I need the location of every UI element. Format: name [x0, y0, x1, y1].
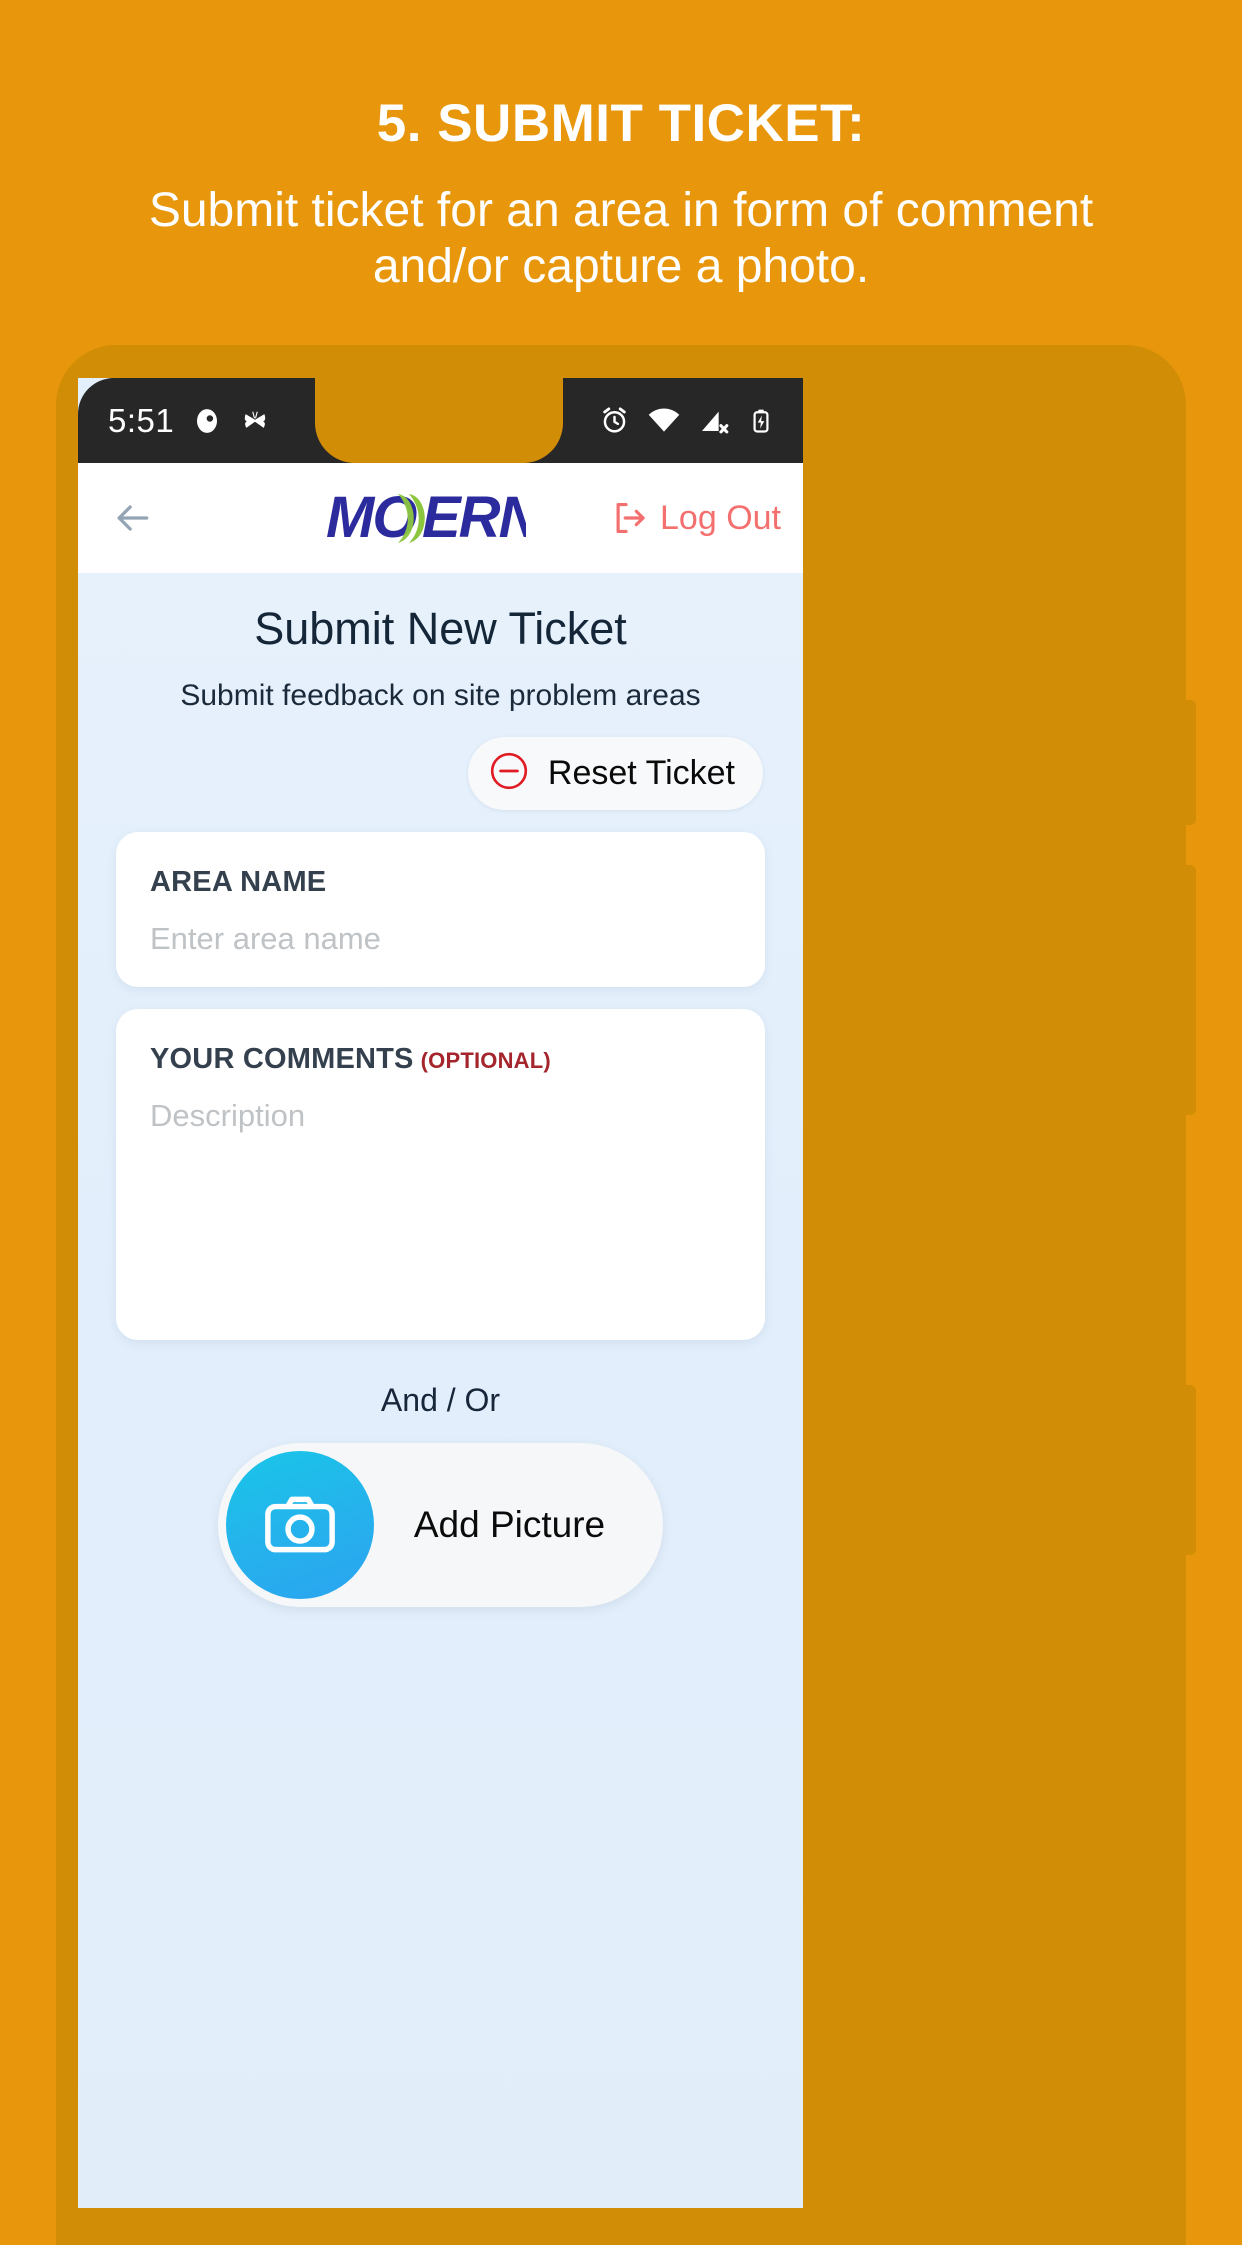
svg-text:MO: MO — [326, 485, 417, 550]
logout-label: Log Out — [660, 498, 781, 537]
status-bar-right — [599, 378, 775, 463]
wifi-icon — [647, 404, 681, 438]
comments-label: YOUR COMMENTS — [150, 1043, 414, 1075]
battery-charging-icon — [747, 407, 775, 435]
status-bar: 5:51 — [78, 378, 803, 463]
picture-row: Add Picture — [78, 1443, 803, 1607]
promo-subtitle: Submit ticket for an area in form of com… — [148, 184, 1094, 293]
notification-icon — [192, 406, 222, 436]
cellular-signal-off-icon — [698, 405, 730, 437]
phone-volume-down-button[interactable] — [1184, 865, 1196, 1115]
reset-ticket-button[interactable]: Reset Ticket — [467, 737, 763, 810]
butterfly-icon — [240, 406, 270, 436]
promo-title: 5. SUBMIT TICKET: — [376, 94, 866, 153]
area-name-label: AREA NAME — [150, 866, 327, 898]
comments-card: YOUR COMMENTS (OPTIONAL) Description — [116, 1009, 765, 1340]
back-arrow-icon[interactable] — [110, 496, 154, 540]
logout-button[interactable]: Log Out — [611, 499, 781, 538]
status-bar-left: 5:51 — [78, 402, 270, 440]
area-name-input[interactable]: Enter area name — [150, 921, 731, 957]
area-name-card: AREA NAME Enter area name — [116, 832, 765, 987]
page-title: Submit New Ticket — [254, 603, 627, 654]
comments-label-row: YOUR COMMENTS (OPTIONAL) — [150, 1043, 731, 1076]
camera-icon — [225, 1451, 374, 1599]
camera-notch — [289, 378, 589, 463]
phone-volume-up-button[interactable] — [1184, 700, 1196, 825]
page-subtitle: Submit feedback on site problem areas — [180, 679, 701, 712]
add-picture-button[interactable]: Add Picture — [217, 1443, 664, 1607]
alarm-icon — [599, 405, 630, 436]
screen-content: Submit New Ticket Submit feedback on sit… — [78, 573, 803, 2208]
comments-textarea[interactable]: Description — [150, 1098, 731, 1308]
svg-text:ERN: ERN — [422, 485, 526, 550]
reset-row: Reset Ticket — [78, 713, 803, 810]
reset-ticket-label: Reset Ticket — [547, 754, 735, 792]
comments-optional-tag: (OPTIONAL) — [420, 1048, 551, 1073]
phone-screen: 5:51 MO ER Log Out Submit New Ticket Sub… — [78, 378, 803, 2208]
phone-power-button[interactable] — [1184, 1385, 1196, 1555]
add-picture-label: Add Picture — [413, 1504, 606, 1545]
app-bar: MO ERN Log Out — [78, 463, 803, 573]
minus-circle-icon — [488, 750, 530, 797]
and-or-separator: And / Or — [380, 1382, 501, 1418]
logout-icon — [616, 502, 645, 534]
status-bar-clock: 5:51 — [108, 401, 175, 439]
